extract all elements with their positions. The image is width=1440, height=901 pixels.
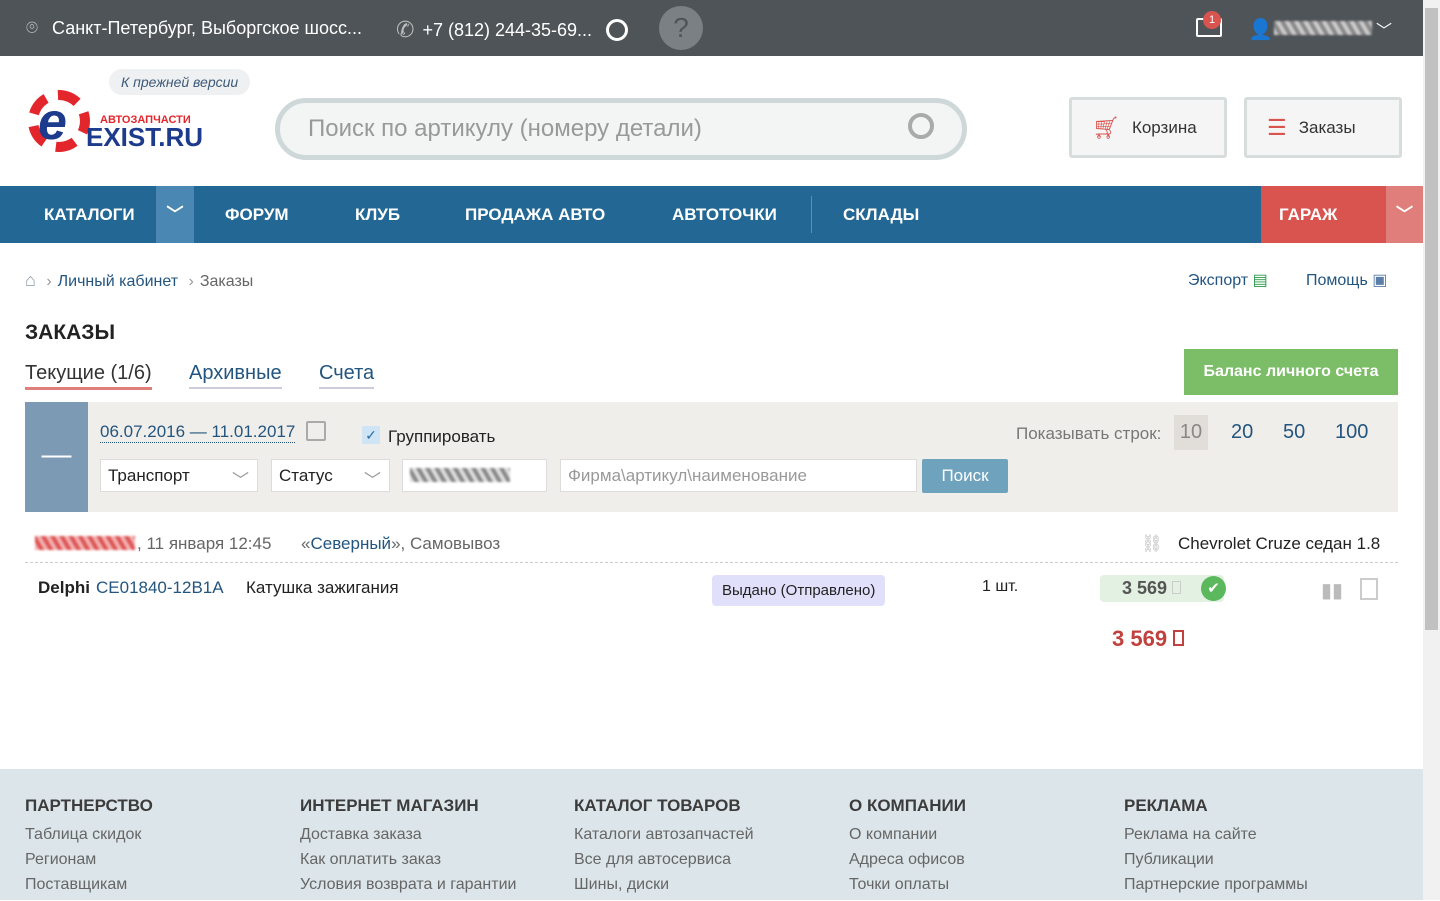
ruble-icon [1172, 581, 1182, 594]
ruble-icon [1173, 630, 1185, 646]
clock-icon[interactable] [606, 19, 629, 41]
rows-50[interactable]: 50 [1283, 421, 1305, 444]
link-icon: ⛓ [1141, 534, 1163, 553]
scrollbar[interactable] [1423, 0, 1440, 900]
collapse-filter-button[interactable]: — [25, 402, 88, 512]
car-name: Chevrolet Cruze седан 1.8 [1178, 534, 1381, 553]
header: К прежней версии e АВТОЗАПЧАСТИ EXIST.RU… [0, 56, 1423, 186]
address-link[interactable]: ⌾ Санкт-Петербург, Выборгское шосс... [26, 17, 362, 40]
mail-count-badge: 1 [1203, 11, 1221, 29]
nav-club[interactable]: КЛУБ [355, 205, 400, 225]
add-note-icon[interactable] [1360, 578, 1378, 600]
order-number-input[interactable] [402, 459, 547, 492]
exist-logo[interactable]: e АВТОЗАПЧАСТИ EXIST.RU [24, 84, 214, 160]
orders-list-icon: ☰ [1267, 114, 1287, 140]
user-icon[interactable]: 👤 [1248, 17, 1273, 42]
footer-col-partnership: ПАРТНЕРСТВО Таблица скидок Регионам Поставщ… [25, 796, 153, 893]
location-pin-icon: ⌾ [26, 17, 38, 39]
cart-button[interactable]: 🛒︎ Корзина [1069, 97, 1227, 158]
group-checkbox[interactable]: ✓ [362, 426, 380, 444]
rows-10[interactable]: 10 [1174, 415, 1208, 450]
phone-icon: ✆ [396, 17, 415, 42]
user-menu[interactable] [1274, 21, 1372, 35]
balance-button[interactable]: Баланс личного счета [1184, 349, 1398, 395]
page-title: ЗАКАЗЫ [25, 321, 116, 344]
phone-link[interactable]: ✆ +7 (812) 244-35-69... [396, 17, 629, 43]
article-link[interactable]: CE01840-12B1A [96, 578, 224, 598]
nav-catalogs[interactable]: КАТАЛОГИ [44, 205, 135, 225]
date-range-picker[interactable]: 06.07.2016 — 11.01.2017 [100, 422, 296, 443]
chevron-down-icon: ﹀ [364, 471, 381, 490]
home-icon[interactable]: ⌂ [25, 270, 36, 290]
filter-panel: — 06.07.2016 — 11.01.2017 ✓ Группировать… [25, 402, 1398, 512]
footer: ПАРТНЕРСТВО Таблица скидок Регионам Поставщ… [0, 769, 1423, 900]
check-icon: ✔ [1201, 576, 1226, 601]
scrollbar-thumb[interactable] [1425, 8, 1438, 630]
status-select[interactable]: Статус ﹀ [271, 459, 390, 492]
rows-20[interactable]: 20 [1231, 421, 1253, 444]
help-button[interactable]: ? [659, 6, 703, 50]
store-link[interactable]: Северный [310, 534, 391, 553]
cart-icon: 🛒︎ [1092, 114, 1120, 140]
query-input[interactable]: Фирма\артикул\наименование [560, 459, 917, 492]
tab-invoices[interactable]: Счета [319, 362, 375, 389]
tab-archive[interactable]: Архивные [189, 362, 282, 389]
stats-icon[interactable]: ▮▮ [1321, 578, 1343, 603]
search-icon[interactable] [908, 113, 934, 139]
catalogs-dropdown-button[interactable]: ﹀ [156, 186, 194, 243]
chevron-down-icon[interactable]: ﹀ [1376, 17, 1392, 41]
excel-icon: ▤ [1252, 272, 1268, 289]
breadcrumb: ⌂ › Личный кабинет › Заказы [25, 270, 254, 290]
search-button[interactable]: Поиск [922, 459, 1008, 493]
footer-col-company: О КОМПАНИИ О компании Адреса офисов Точки о… [849, 796, 966, 893]
nav-forum[interactable]: ФОРУМ [225, 205, 289, 225]
main-nav: КАТАЛОГИ ﹀ ФОРУМ КЛУБ ПРОДАЖА АВТО АВТОТ… [0, 186, 1423, 243]
nav-garage[interactable]: ГАРАЖ [1261, 186, 1386, 243]
footer-col-catalog: КАТАЛОГ ТОВАРОВ Каталоги автозапчастей Все… [574, 796, 754, 893]
order-number[interactable] [35, 536, 135, 550]
breadcrumb-cabinet[interactable]: Личный кабинет [58, 273, 178, 290]
search-input[interactable]: Поиск по артикулу (номеру детали) [275, 98, 967, 160]
nav-car-sale[interactable]: ПРОДАЖА АВТО [465, 205, 605, 225]
transport-select[interactable]: Транспорт ﹀ [100, 459, 258, 492]
help-link[interactable]: Помощь ▣ [1306, 270, 1387, 290]
tab-current[interactable]: Текущие (1/6) [25, 362, 152, 390]
nav-warehouses[interactable]: СКЛАДЫ [843, 205, 919, 225]
top-bar: ⌾ Санкт-Петербург, Выборгское шосс... ✆ … [0, 0, 1423, 56]
calendar-icon[interactable] [306, 421, 326, 441]
orders-button[interactable]: ☰ Заказы [1244, 97, 1402, 158]
order-total: 3 569 [1112, 626, 1185, 652]
footer-col-shop: ИНТЕРНЕТ МАГАЗИН Доставка заказа Как оплат… [300, 796, 517, 893]
footer-col-ads: РЕКЛАМА Реклама на сайте Публикации Партнер… [1124, 796, 1308, 893]
garage-dropdown-button[interactable]: ﹀ [1386, 186, 1423, 243]
nav-autopoints[interactable]: АВТОТОЧКИ [672, 205, 777, 225]
export-link[interactable]: Экспорт ▤ [1188, 270, 1268, 290]
chevron-down-icon: ﹀ [232, 471, 249, 490]
status-badge: Выдано (Отправлено) [712, 575, 886, 606]
help-icon: ▣ [1372, 272, 1388, 289]
rows-100[interactable]: 100 [1335, 421, 1368, 444]
